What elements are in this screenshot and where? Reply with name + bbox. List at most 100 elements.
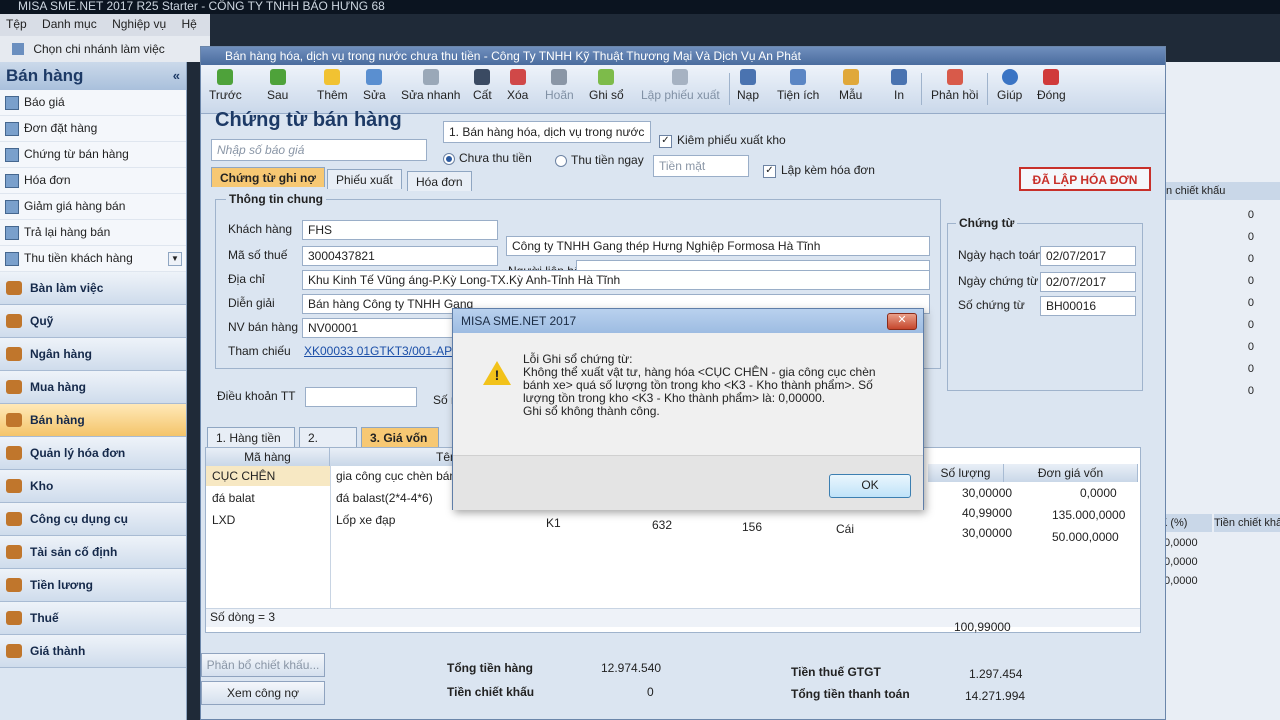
invoice-checkbox[interactable]: ✓ (763, 165, 776, 178)
posting-date-input[interactable]: 02/07/2017 (1040, 246, 1136, 266)
tab-goods-money[interactable]: 1. Hàng tiền (207, 427, 295, 447)
module-costing[interactable]: Giá thành (0, 635, 186, 668)
menu-catalog[interactable]: Danh mục (36, 14, 103, 34)
row-3-c3[interactable]: 156 (742, 520, 762, 534)
module-label: Công cụ dụng cụ (30, 512, 128, 526)
create-receipt-button[interactable]: Lập phiếu xuất (641, 69, 720, 102)
feedback-button[interactable]: Phản hồi (931, 69, 978, 102)
dialog-close-button[interactable]: ✕ (887, 313, 917, 330)
sidebar-item-quote[interactable]: Báo giá (0, 90, 186, 116)
tab-cost[interactable]: 3. Giá vốn (361, 427, 439, 447)
module-purchase[interactable]: Mua hàng (0, 371, 186, 404)
sidebar-item-sales-voucher[interactable]: Chứng từ bán hàng (0, 142, 186, 168)
address-input[interactable]: Khu Kinh Tế Vũng áng-P.Kỳ Long-TX.Kỳ Anh… (302, 270, 930, 290)
module-cash[interactable]: Quỹ (0, 305, 186, 338)
arrow-left-icon (217, 69, 234, 85)
tax-code-input[interactable]: 3000437821 (302, 246, 498, 266)
module-warehouse[interactable]: Kho (0, 470, 186, 503)
tab-invoice[interactable]: Hóa đơn (407, 171, 472, 191)
edit-button[interactable]: Sửa (363, 69, 386, 102)
ok-button[interactable]: OK (829, 474, 911, 498)
delete-button[interactable]: Xóa (507, 69, 528, 102)
row-3-code[interactable]: LXD (212, 513, 235, 527)
customer-code-input[interactable]: FHS (302, 220, 498, 240)
module-payroll[interactable]: Tiền lương (0, 569, 186, 602)
menu-file[interactable]: Tệp (0, 14, 33, 34)
sidebar-item-collect[interactable]: Thu tiền khách hàng ▼ (0, 246, 186, 272)
row-1-qty[interactable]: 30,00000 (962, 486, 1012, 500)
tab-tax[interactable]: 2. Thuế (299, 427, 357, 465)
next-label: Sau (267, 88, 289, 102)
template-button[interactable]: Mẫu (839, 69, 862, 102)
col-quantity[interactable]: Số lượng (928, 464, 1004, 482)
collapse-icon[interactable]: « (173, 62, 180, 90)
print-button[interactable]: In (891, 69, 907, 102)
module-assets[interactable]: Tài sản cố định (0, 536, 186, 569)
col-item-code[interactable]: Mã hàng (206, 448, 330, 466)
purchase-icon (6, 380, 22, 394)
tab-export-slip[interactable]: Phiếu xuất (327, 169, 402, 189)
load-button[interactable]: Nạp (737, 69, 759, 102)
reference-link[interactable]: XK00033 01GTKT3/001-AP/16 (304, 344, 469, 358)
module-tax[interactable]: Thuế (0, 602, 186, 635)
help-label: Giúp (997, 88, 1023, 102)
add-button[interactable]: Thêm (317, 69, 348, 102)
row-1-code[interactable]: CỤC CHÊN (212, 469, 275, 483)
row-3-unit[interactable]: Cái (836, 522, 854, 536)
menu-operations[interactable]: Nghiệp vụ (106, 14, 172, 34)
sidebar-item-discount[interactable]: Giảm giá hàng bán (0, 194, 186, 220)
row-3-cost[interactable]: 50.000,0000 (1052, 530, 1119, 544)
voucher-no-input[interactable]: BH00016 (1040, 296, 1136, 316)
row-3-qty[interactable]: 30,00000 (962, 526, 1012, 540)
payment-method-select[interactable]: Tiền mặt (653, 155, 749, 177)
undo-button[interactable]: Hoãn (545, 69, 574, 102)
sidebar-item-invoice[interactable]: Hóa đơn (0, 168, 186, 194)
terms-input[interactable] (305, 387, 417, 407)
voucher-date-input[interactable]: 02/07/2017 (1040, 272, 1136, 292)
template-icon (842, 69, 859, 85)
allocate-discount-button[interactable]: Phân bổ chiết khấu... (201, 653, 325, 677)
export-checkbox[interactable]: ✓ (659, 135, 672, 148)
save-button[interactable]: Cất (473, 69, 492, 102)
quick-edit-button[interactable]: Sửa nhanh (401, 69, 460, 102)
utility-button[interactable]: Tiện ích (777, 69, 819, 102)
module-invoice-mgmt[interactable]: Quản lý hóa đơn (0, 437, 186, 470)
module-bank[interactable]: Ngân hàng (0, 338, 186, 371)
row-2-name[interactable]: đá balast(2*4-4*6) (336, 491, 433, 505)
post-button[interactable]: Ghi sổ (589, 69, 624, 102)
sidebar-item-order[interactable]: Đơn đặt hàng (0, 116, 186, 142)
view-debt-button[interactable]: Xem công nợ (201, 681, 325, 705)
col-cost-price[interactable]: Đơn giá vốn (1004, 464, 1138, 482)
module-sales[interactable]: Bán hàng (0, 404, 186, 437)
sale-type-select[interactable]: 1. Bán hàng hóa, dịch vụ trong nước (443, 121, 651, 143)
row-3-c2[interactable]: 632 (652, 518, 672, 532)
close-button[interactable]: Đóng (1037, 69, 1066, 102)
next-button[interactable]: Sau (267, 69, 288, 102)
module-desk[interactable]: Bàn làm việc (0, 272, 186, 305)
dropdown-icon[interactable]: ▼ (168, 252, 182, 266)
prev-button[interactable]: Trước (209, 69, 242, 102)
help-button[interactable]: Giúp (997, 69, 1022, 102)
dialog-title: MISA SME.NET 2017 (453, 309, 923, 333)
toolbar-separator (987, 73, 988, 105)
row-2-code[interactable]: đá balat (212, 491, 255, 505)
cash-icon (6, 314, 22, 328)
module-tools[interactable]: Công cụ dụng cụ (0, 503, 186, 536)
row-1-cost[interactable]: 0,0000 (1080, 486, 1117, 500)
description-label: Diễn giải (228, 296, 275, 310)
row-2-qty[interactable]: 40,99000 (962, 506, 1012, 520)
row-1-name[interactable]: gia công cục chèn bánh (336, 469, 463, 483)
paid-radio[interactable] (555, 155, 567, 167)
sidebar-item-return[interactable]: Trả lại hàng bán (0, 220, 186, 246)
branch-selector[interactable]: Chọn chi nhánh làm việc (0, 36, 210, 62)
customer-name-input[interactable]: Công ty TNHH Gang thép Hưng Nghiệp Formo… (506, 236, 930, 256)
row-3-c1[interactable]: K1 (546, 516, 561, 530)
unpaid-radio[interactable] (443, 153, 455, 165)
col-divider (330, 466, 331, 614)
row-3-name[interactable]: Lốp xe đạp (336, 513, 395, 527)
total-quantity: 100,99000 (954, 620, 1011, 634)
menu-system[interactable]: Hệ (175, 14, 202, 34)
tab-debit-voucher[interactable]: Chứng từ ghi nợ (211, 167, 325, 187)
row-2-cost[interactable]: 135.000,0000 (1052, 508, 1125, 522)
quote-input[interactable]: Nhập số báo giá (211, 139, 427, 161)
